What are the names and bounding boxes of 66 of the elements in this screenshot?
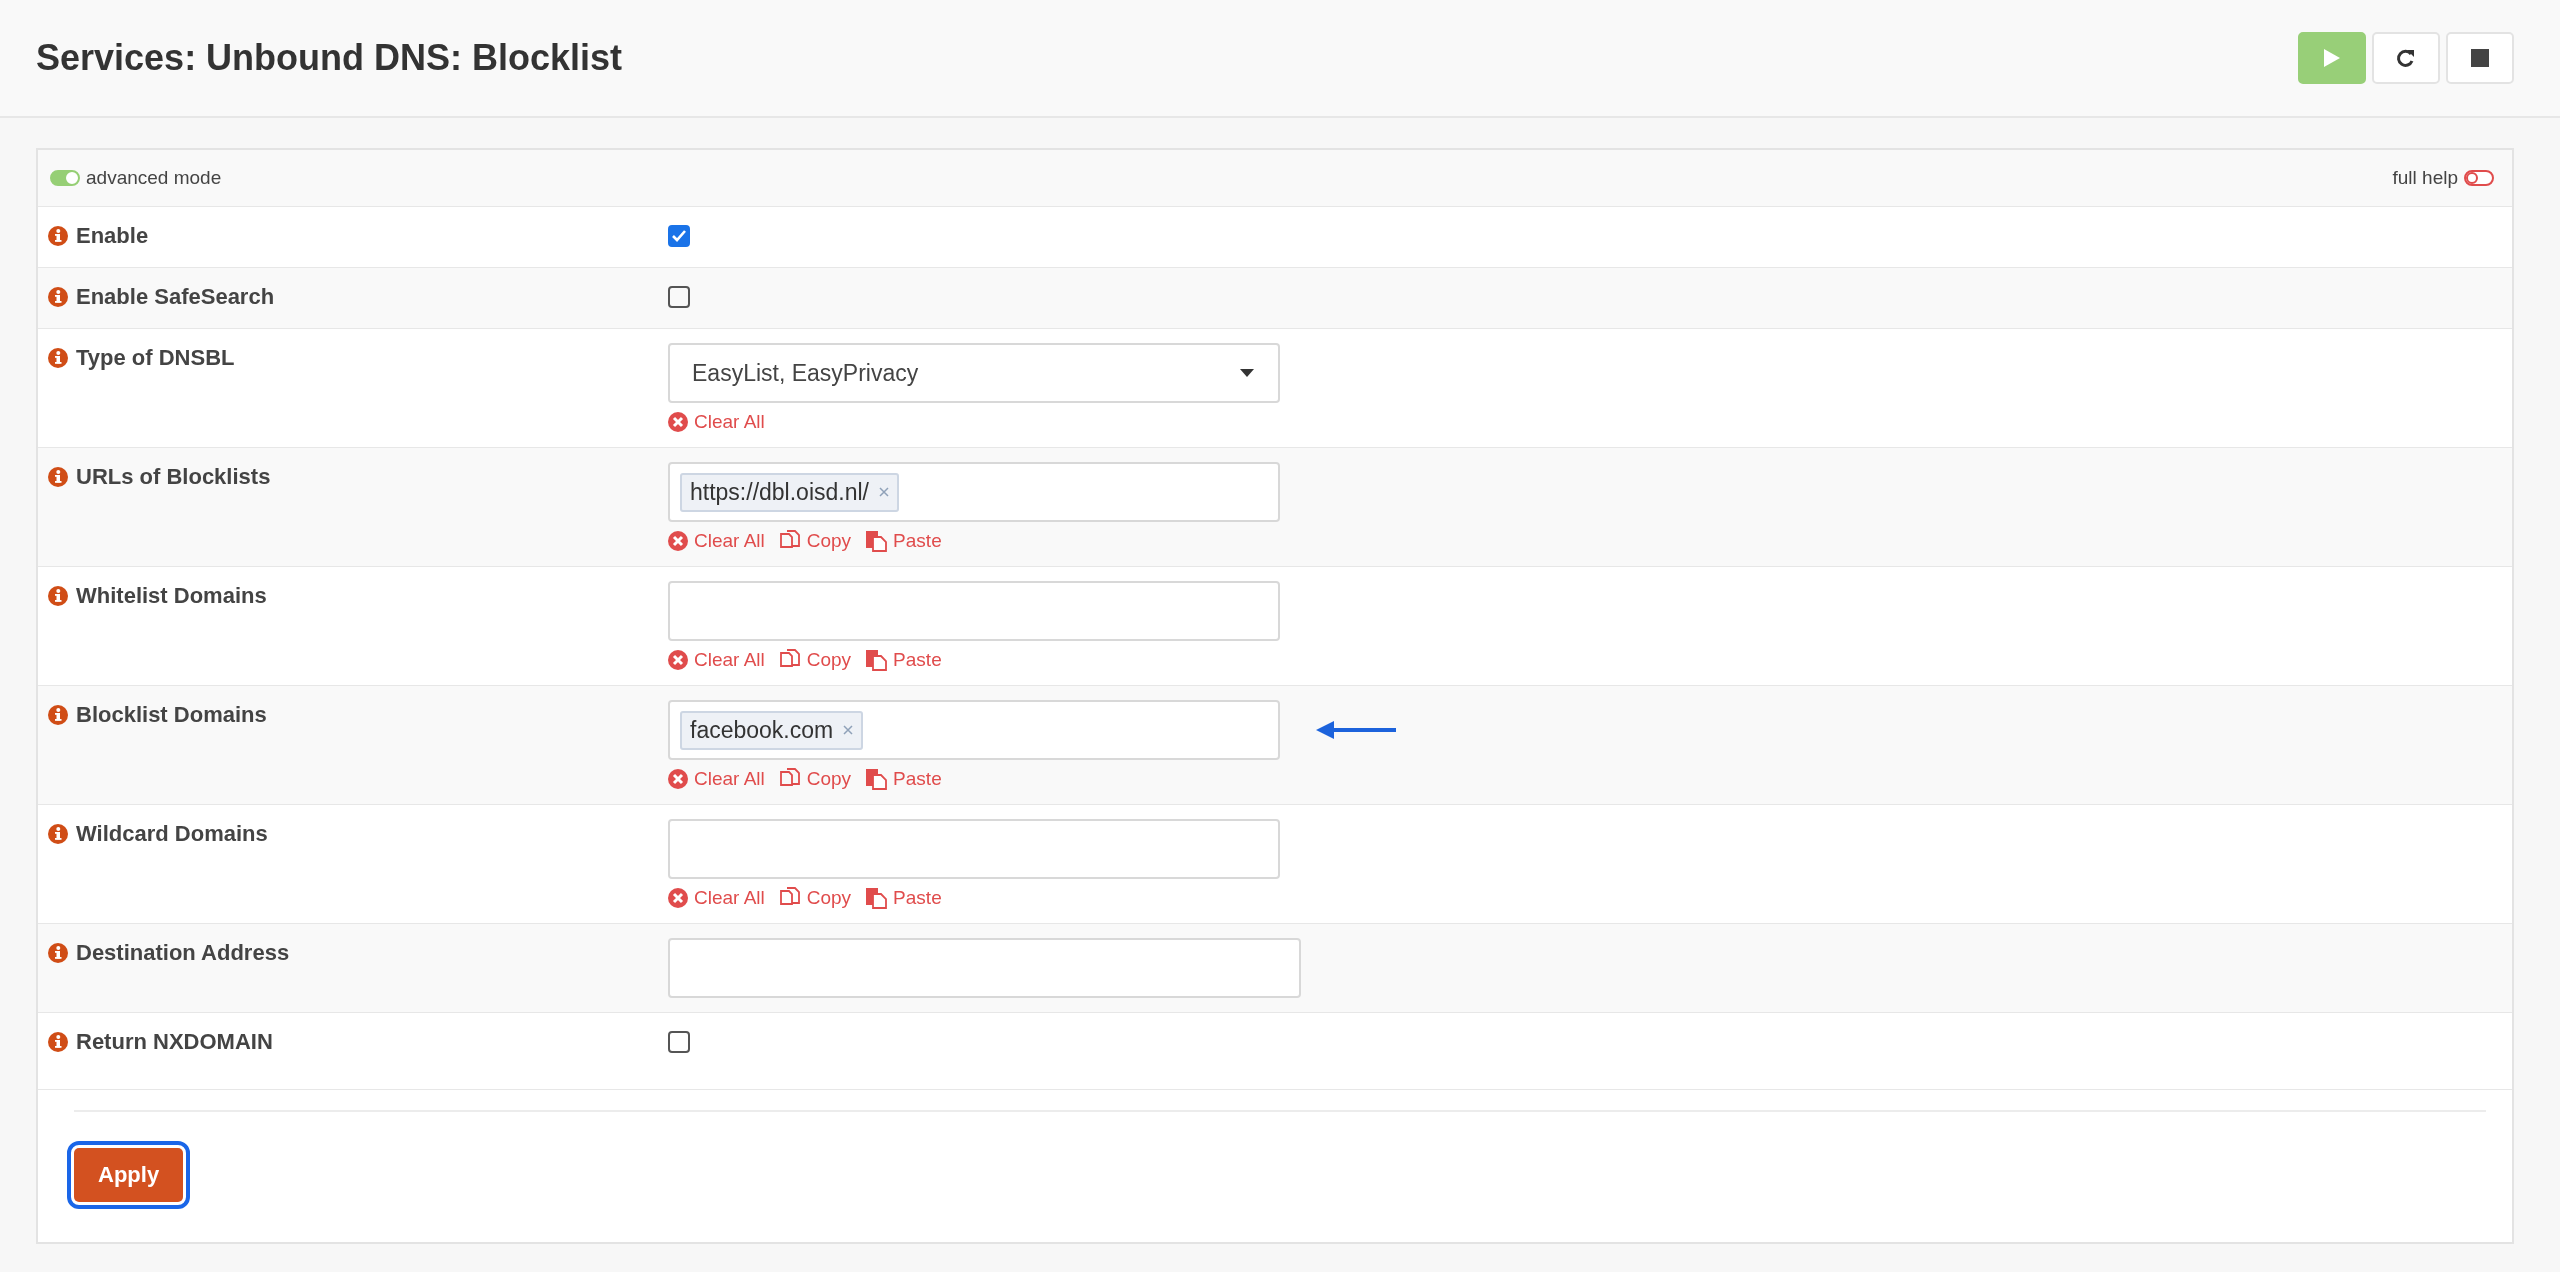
page-title: Services: Unbound DNS: Blocklist bbox=[36, 37, 623, 79]
tag-text: https://dbl.oisd.nl/ bbox=[690, 478, 869, 506]
paste-icon bbox=[865, 768, 888, 790]
field-label: Destination Address bbox=[76, 940, 290, 966]
checkmark-icon bbox=[671, 229, 687, 243]
checkbox[interactable] bbox=[668, 225, 690, 247]
paste-link[interactable]: Paste bbox=[865, 649, 942, 671]
field-label: Blocklist Domains bbox=[76, 702, 267, 728]
field-label: Type of DNSBL bbox=[76, 345, 235, 371]
copy-link[interactable]: Copy bbox=[778, 530, 852, 552]
remove-icon[interactable] bbox=[843, 725, 854, 735]
stop-icon bbox=[2471, 49, 2489, 67]
play-icon bbox=[2323, 48, 2341, 68]
info-icon[interactable] bbox=[48, 586, 68, 606]
dropdown[interactable]: EasyList, EasyPrivacy bbox=[668, 343, 1280, 403]
tags-input-field[interactable]: https://dbl.oisd.nl/ bbox=[668, 462, 1280, 522]
field-label: Whitelist Domains bbox=[76, 583, 267, 609]
full-help-label: full help bbox=[2392, 167, 2458, 189]
paste-link[interactable]: Paste bbox=[865, 887, 942, 909]
clear-link[interactable]: Clear All bbox=[668, 649, 765, 671]
checkbox[interactable] bbox=[668, 286, 690, 308]
info-icon[interactable] bbox=[48, 226, 68, 246]
info-icon[interactable] bbox=[48, 467, 68, 487]
clear-link[interactable]: Clear All bbox=[668, 411, 765, 433]
field-label: Wildcard Domains bbox=[76, 821, 268, 847]
copy-link[interactable]: Copy bbox=[778, 768, 852, 790]
info-icon[interactable] bbox=[48, 348, 68, 368]
checkbox[interactable] bbox=[668, 1031, 690, 1053]
clear-icon bbox=[668, 531, 688, 551]
field-label: Enable SafeSearch bbox=[76, 284, 275, 310]
copy-link[interactable]: Copy bbox=[778, 649, 852, 671]
field-label: Return NXDOMAIN bbox=[76, 1029, 273, 1055]
remove-icon[interactable] bbox=[879, 487, 889, 497]
paste-link[interactable]: Paste bbox=[865, 768, 942, 790]
clear-icon bbox=[668, 412, 688, 432]
info-icon[interactable] bbox=[48, 943, 68, 963]
start-button[interactable] bbox=[2298, 32, 2366, 84]
advanced-mode-label: advanced mode bbox=[86, 167, 222, 189]
tag-text: facebook.com bbox=[690, 716, 834, 744]
caret-icon bbox=[1240, 369, 1254, 377]
info-icon[interactable] bbox=[48, 287, 68, 307]
tags-input-field[interactable] bbox=[668, 819, 1280, 879]
paste-icon bbox=[865, 887, 888, 909]
restart-button[interactable] bbox=[2372, 32, 2440, 84]
paste-link[interactable]: Paste bbox=[865, 530, 942, 552]
full-help-toggle[interactable] bbox=[2464, 170, 2494, 186]
tags-input-field[interactable] bbox=[668, 581, 1280, 641]
field-label: Enable bbox=[76, 223, 149, 249]
input-field[interactable] bbox=[668, 938, 1301, 998]
clear-icon bbox=[668, 888, 688, 908]
paste-icon bbox=[865, 649, 888, 671]
clear-icon bbox=[668, 650, 688, 670]
reload-icon bbox=[2396, 48, 2416, 68]
info-icon[interactable] bbox=[48, 1032, 68, 1052]
info-icon[interactable] bbox=[48, 824, 68, 844]
clear-link[interactable]: Clear All bbox=[668, 887, 765, 909]
info-icon[interactable] bbox=[48, 705, 68, 725]
copy-link[interactable]: Copy bbox=[778, 887, 852, 909]
paste-icon bbox=[865, 530, 888, 552]
stop-button[interactable] bbox=[2446, 32, 2514, 84]
clear-link[interactable]: Clear All bbox=[668, 530, 765, 552]
tags-input-field[interactable]: facebook.com bbox=[668, 700, 1280, 760]
field-label: URLs of Blocklists bbox=[76, 464, 271, 490]
advanced-mode-toggle[interactable] bbox=[50, 170, 80, 186]
clear-link[interactable]: Clear All bbox=[668, 768, 765, 790]
clear-icon bbox=[668, 769, 688, 789]
